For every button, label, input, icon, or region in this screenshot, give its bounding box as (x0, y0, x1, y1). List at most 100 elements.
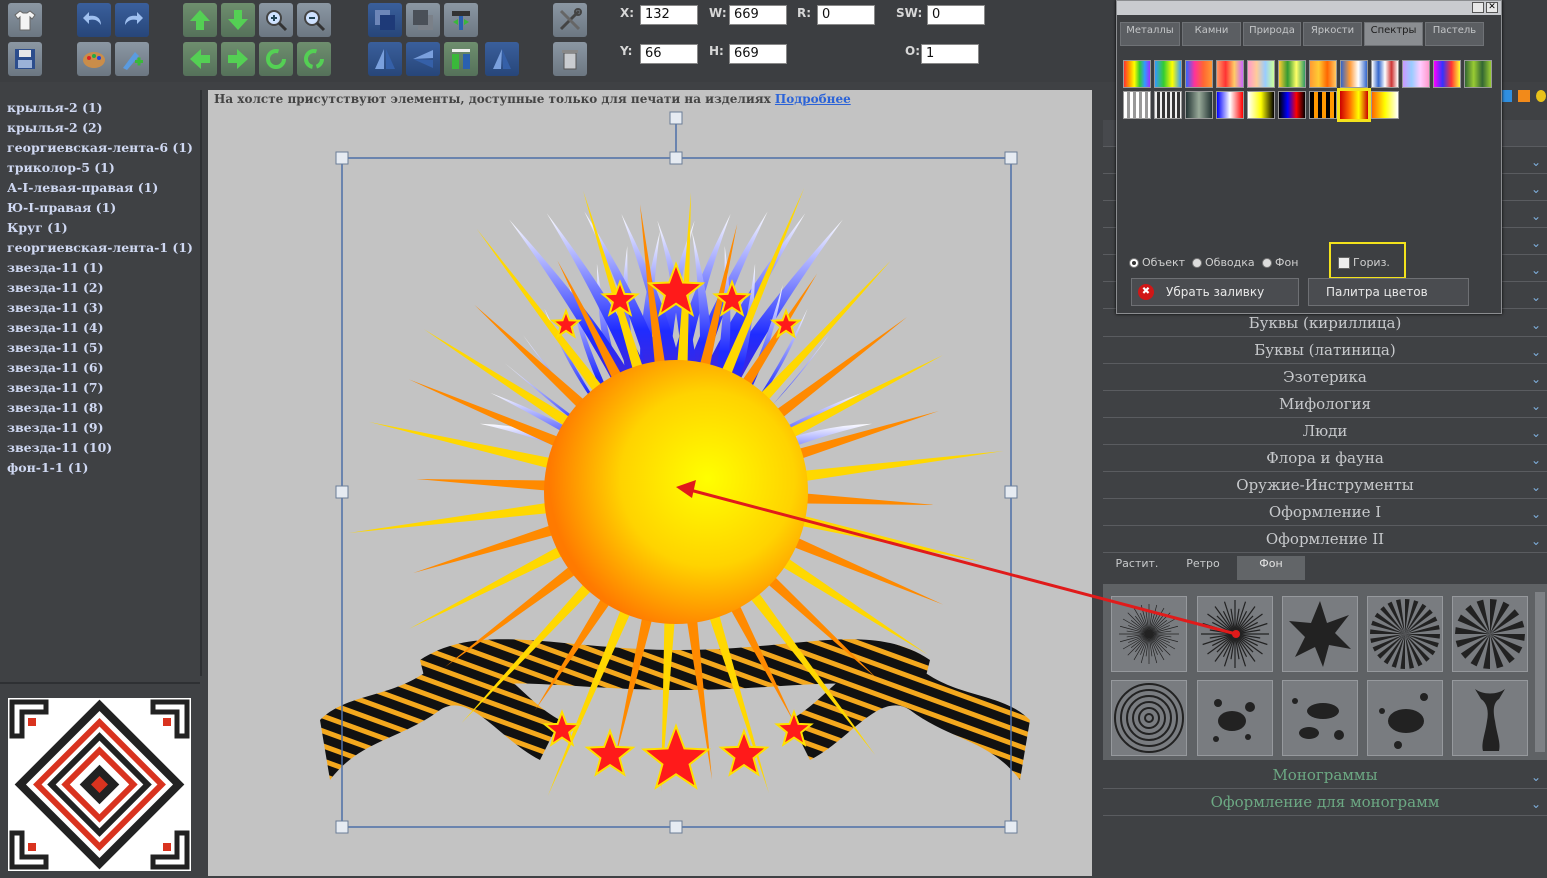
mirror-icon[interactable] (485, 42, 519, 76)
h-input[interactable]: 669 (729, 44, 787, 64)
add-image-icon[interactable] (115, 42, 149, 76)
gradient-swatch[interactable] (1464, 60, 1492, 88)
zoom-out-icon[interactable] (297, 3, 331, 37)
layer-item[interactable]: звезда-11 (7) (7, 378, 200, 398)
share-icon[interactable] (1536, 90, 1546, 102)
color-tab[interactable]: Яркости (1303, 22, 1362, 46)
flip-vertical-icon[interactable] (406, 42, 440, 76)
subtab-plants[interactable]: Растит. (1105, 556, 1169, 580)
color-tab[interactable]: Металлы (1120, 22, 1180, 46)
layer-item[interactable]: звезда-11 (1) (7, 258, 200, 278)
bg-thumb-burst-soft[interactable] (1111, 596, 1187, 672)
gradient-swatch[interactable] (1433, 60, 1461, 88)
tools-icon[interactable] (553, 3, 587, 37)
trash-icon[interactable] (553, 42, 587, 76)
bg-thumb-star[interactable] (1282, 596, 1358, 672)
category-row[interactable]: Буквы (латиница) ⌄ (1103, 337, 1547, 364)
gradient-swatch[interactable] (1154, 91, 1182, 119)
align-center-icon[interactable] (444, 3, 478, 37)
gradient-swatch[interactable] (1402, 60, 1430, 88)
undo-icon[interactable] (77, 3, 111, 37)
layer-item[interactable]: георгиевская-лента-1 (1) (7, 238, 200, 258)
move-left-icon[interactable] (183, 42, 217, 76)
gradient-swatch[interactable] (1278, 60, 1306, 88)
shirt-icon[interactable] (8, 3, 42, 37)
layer-item[interactable]: георгиевская-лента-6 (1) (7, 138, 200, 158)
layer-item[interactable]: звезда-11 (9) (7, 418, 200, 438)
layer-item[interactable]: фон-1-1 (1) (7, 458, 200, 478)
gradient-swatch[interactable] (1247, 91, 1275, 119)
gradient-swatch[interactable] (1185, 60, 1213, 88)
color-tab[interactable]: Камни (1182, 22, 1241, 46)
bg-thumb-vase[interactable] (1452, 680, 1528, 756)
color-tab[interactable]: Природа (1243, 22, 1301, 46)
bg-thumb-splash-1[interactable] (1197, 680, 1273, 756)
design-canvas[interactable]: На холсте присутствуют элементы, доступн… (208, 90, 1092, 876)
r-input[interactable]: 0 (817, 5, 875, 25)
radio-object[interactable]: Объект (1129, 256, 1185, 269)
layer-item[interactable]: Ю-I-правая (1) (7, 198, 200, 218)
bg-thumb-circles[interactable] (1111, 680, 1187, 756)
gradient-swatch[interactable] (1278, 91, 1306, 119)
radio-stroke[interactable]: Обводка (1192, 256, 1255, 269)
move-right-icon[interactable] (221, 42, 255, 76)
rotate-right-icon[interactable] (297, 42, 331, 76)
gradient-swatch[interactable] (1309, 60, 1337, 88)
layer-item[interactable]: звезда-11 (6) (7, 358, 200, 378)
w-input[interactable]: 669 (729, 5, 787, 25)
bg-thumb-rays[interactable] (1367, 596, 1443, 672)
color-tab[interactable]: Спектры (1364, 22, 1423, 46)
color-tab[interactable]: Пастель (1425, 22, 1484, 46)
y-input[interactable]: 66 (640, 44, 698, 64)
horizontal-checkbox[interactable]: Гориз. (1338, 256, 1390, 269)
ok-icon[interactable] (1518, 90, 1530, 102)
category-row[interactable]: Флора и фауна ⌄ (1103, 445, 1547, 472)
flip-horizontal-icon[interactable] (368, 42, 402, 76)
bg-thumb-splash-2[interactable] (1282, 680, 1358, 756)
layer-item[interactable]: звезда-11 (10) (7, 438, 200, 458)
remove-fill-button[interactable]: ✖ Убрать заливку (1131, 278, 1299, 306)
send-back-icon[interactable] (406, 3, 440, 37)
minimize-icon[interactable] (1472, 2, 1484, 13)
category-row[interactable]: Эзотерика ⌄ (1103, 364, 1547, 391)
gradient-swatch[interactable] (1371, 60, 1399, 88)
layer-item[interactable]: крылья-2 (1) (7, 98, 200, 118)
radio-background[interactable]: Фон (1262, 256, 1298, 269)
redo-icon[interactable] (115, 3, 149, 37)
gradient-swatch[interactable] (1371, 91, 1399, 119)
sw-input[interactable]: 0 (927, 5, 985, 25)
layer-item[interactable]: крылья-2 (2) (7, 118, 200, 138)
thumb-scrollbar[interactable] (1535, 592, 1545, 752)
gradient-swatch[interactable] (1216, 60, 1244, 88)
checkbox-box[interactable] (1338, 256, 1350, 269)
palette-icon[interactable] (77, 42, 111, 76)
layer-item[interactable]: звезда-11 (5) (7, 338, 200, 358)
layer-item[interactable]: А-I-левая-правая (1) (7, 178, 200, 198)
radio-background-dot[interactable] (1262, 257, 1272, 268)
category-row[interactable]: Оружие-Инструменты ⌄ (1103, 472, 1547, 499)
gradient-swatch[interactable] (1185, 91, 1213, 119)
radio-object-dot[interactable] (1129, 257, 1139, 268)
category-row[interactable]: Мифология ⌄ (1103, 391, 1547, 418)
layer-item[interactable]: звезда-11 (2) (7, 278, 200, 298)
gradient-swatch[interactable] (1154, 60, 1182, 88)
layer-item[interactable]: Круг (1) (7, 218, 200, 238)
category-row[interactable]: Монограммы ⌄ (1103, 762, 1547, 789)
radio-stroke-dot[interactable] (1192, 257, 1202, 268)
gradient-swatch[interactable] (1216, 91, 1244, 119)
move-down-icon[interactable] (221, 3, 255, 37)
gradient-swatch[interactable] (1247, 60, 1275, 88)
move-up-icon[interactable] (183, 3, 217, 37)
o-input[interactable]: 1 (921, 44, 979, 64)
gradient-swatch[interactable] (1340, 60, 1368, 88)
category-row[interactable]: Буквы (кириллица) ⌄ (1103, 310, 1547, 337)
x-input[interactable]: 132 (640, 5, 698, 25)
close-icon[interactable]: ✕ (1486, 2, 1498, 13)
rotate-left-icon[interactable] (259, 42, 293, 76)
bg-thumb-sunburst[interactable] (1452, 596, 1528, 672)
layer-item[interactable]: звезда-11 (3) (7, 298, 200, 318)
layer-item[interactable]: звезда-11 (8) (7, 398, 200, 418)
gradient-swatch[interactable] (1123, 60, 1151, 88)
color-palette-button[interactable]: Палитра цветов (1308, 278, 1469, 306)
gradient-swatch[interactable] (1123, 91, 1151, 119)
